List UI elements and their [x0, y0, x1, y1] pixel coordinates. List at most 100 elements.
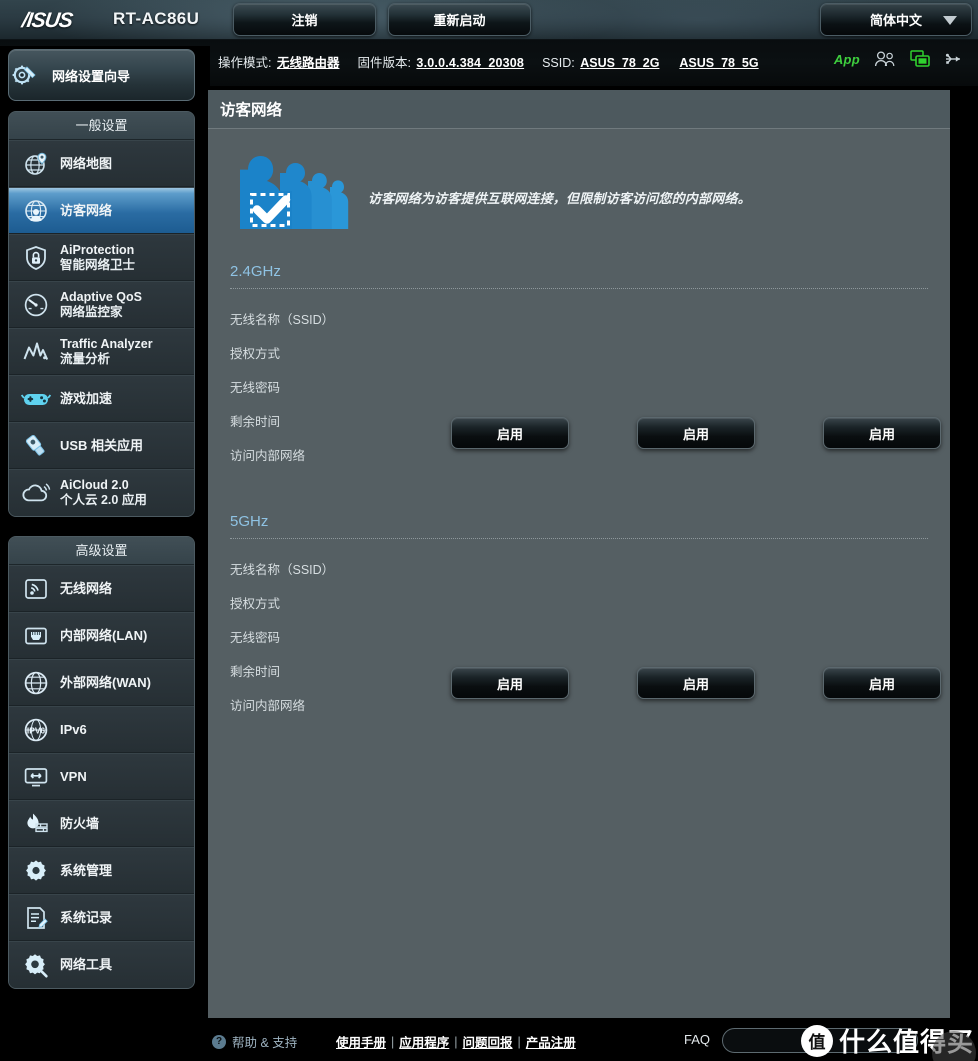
sidebar-item-firewall[interactable]: 防火墙	[9, 800, 194, 847]
guest-network-panel: 访客网络为访客提供互联网连接，但限制访客访问您的内部网络。 2.4GHz 无线名…	[208, 128, 950, 1018]
footer-link-separator: |	[454, 1034, 458, 1049]
enable-button[interactable]: 启用	[637, 417, 755, 449]
system-log-icon	[21, 903, 51, 933]
reboot-button[interactable]: 重新启动	[388, 3, 531, 36]
svg-text:IPV6: IPV6	[27, 725, 45, 735]
cloud-icon	[21, 478, 51, 508]
sidebar-item-administration[interactable]: 系统管理	[9, 847, 194, 894]
sidebar-item-label: 访客网络	[60, 202, 113, 218]
reboot-button-label: 重新启动	[433, 13, 486, 28]
footer-link-feedback[interactable]: 问题回报	[463, 1032, 513, 1051]
enable-button[interactable]: 启用	[823, 667, 941, 699]
faq-search-input[interactable]	[722, 1028, 918, 1053]
sidebar-item-label: 系统记录	[60, 909, 113, 925]
sidebar-item-guest-network[interactable]: 访客网络	[9, 187, 194, 234]
enable-button[interactable]: 启用	[637, 667, 755, 699]
field-label-ssid: 无线名称（SSID）	[230, 563, 335, 577]
vpn-monitor-icon	[21, 762, 51, 792]
wireless-icon	[21, 574, 51, 604]
wizard-gear-icon	[9, 60, 39, 90]
page-title-bar: 访客网络	[208, 90, 950, 128]
guest-network-hero: 访客网络为访客提供互联网连接，但限制访客访问您的内部网络。	[230, 129, 928, 257]
enable-button[interactable]: 启用	[451, 667, 569, 699]
enable-button-label: 启用	[868, 676, 895, 692]
asus-logo: /ISUS	[20, 9, 74, 32]
traffic-chart-icon	[21, 337, 51, 367]
sidebar-item-network-wizard[interactable]: 网络设置向导	[8, 49, 195, 101]
app-link[interactable]: App	[834, 52, 860, 67]
ssid-5g-value[interactable]: ASUS_78_5G	[679, 56, 758, 70]
sidebar-item-label: 游戏加速	[60, 390, 113, 406]
help-support-link[interactable]: ? 帮助 & 支持	[212, 1032, 297, 1051]
guest-users-check-icon	[230, 151, 360, 243]
firmware-version-value[interactable]: 3.0.0.4.384_20308	[416, 56, 524, 70]
sidebar-item-network-map[interactable]: 网络地图	[9, 140, 194, 187]
footer-link-separator: |	[391, 1034, 395, 1049]
status-info-text: 操作模式: 无线路由器 固件版本: 3.0.0.4.384_20308 SSID…	[218, 52, 761, 71]
enable-button[interactable]: 启用	[823, 417, 941, 449]
footer-links: 使用手册 | 应用程序 | 问题回报 | 产品注册	[336, 1032, 576, 1051]
sidebar-item-label: 外部网络(WAN)	[60, 674, 151, 690]
sidebar-group-general: 一般设置 网络地图 访客网络 AiProtection 智能网络卫士 Adapt…	[8, 111, 195, 517]
watermark-corner-decoration	[932, 1031, 976, 1061]
page-title: 访客网络	[220, 102, 283, 119]
sidebar-item-network-tools[interactable]: 网络工具	[9, 941, 194, 988]
footer-link-manual[interactable]: 使用手册	[336, 1032, 386, 1051]
network-clients-icon[interactable]	[910, 50, 930, 68]
enable-button[interactable]: 启用	[451, 417, 569, 449]
ipv6-globe-icon: IPV6	[21, 715, 51, 745]
enable-button-row: 启用 启用 启用	[230, 667, 941, 701]
field-label-password: 无线密码	[230, 381, 281, 395]
sidebar-item-wireless[interactable]: 无线网络	[9, 565, 194, 612]
enable-button-label: 启用	[496, 676, 523, 692]
sidebar-group-advanced-title: 高级设置	[9, 537, 194, 565]
footer-link-product-registration[interactable]: 产品注册	[526, 1032, 576, 1051]
gauge-icon	[21, 290, 51, 320]
sidebar-item-wan[interactable]: 外部网络(WAN)	[9, 659, 194, 706]
ssid-2g-value[interactable]: ASUS_78_2G	[580, 56, 659, 70]
footer: ? 帮助 & 支持 使用手册 | 应用程序 | 问题回报 | 产品注册 FAQ …	[0, 1018, 978, 1061]
question-mark-icon: ?	[212, 1034, 226, 1049]
field-label-auth-method: 授权方式	[230, 597, 281, 611]
sidebar-item-adaptive-qos[interactable]: Adaptive QoS 网络监控家	[9, 281, 194, 328]
language-selector-value: 简体中文	[869, 13, 922, 28]
sidebar-item-label: AiProtection	[60, 242, 135, 257]
sidebar-item-ipv6[interactable]: IPV6 IPv6	[9, 706, 194, 753]
firmware-version-label: 固件版本:	[357, 56, 411, 70]
sidebar-item-aiprotection[interactable]: AiProtection 智能网络卫士	[9, 234, 194, 281]
footer-link-separator: |	[517, 1034, 521, 1049]
ssid-label: SSID:	[542, 56, 575, 70]
operation-mode-label: 操作模式:	[218, 56, 272, 70]
sidebar-item-label: 网络工具	[60, 957, 113, 973]
users-icon[interactable]	[874, 51, 896, 67]
sidebar-item-system-log[interactable]: 系统记录	[9, 894, 194, 941]
sidebar-item-sublabel: 个人云 2.0 应用	[60, 493, 147, 507]
sidebar-item-usb-application[interactable]: USB 相关应用	[9, 422, 194, 469]
sidebar-group-general-title: 一般设置	[9, 112, 194, 140]
sidebar-group-advanced: 高级设置 无线网络 内部网络(LAN) 外部网络(WAN) IPV6 IPv6 …	[8, 536, 195, 989]
sidebar-item-label: VPN	[60, 768, 87, 784]
sidebar-item-aicloud[interactable]: AiCloud 2.0 个人云 2.0 应用	[9, 469, 194, 516]
sidebar-item-game-boost[interactable]: 游戏加速	[9, 375, 194, 422]
sidebar-item-vpn[interactable]: VPN	[9, 753, 194, 800]
field-label-ssid: 无线名称（SSID）	[230, 313, 335, 327]
band-title: 5GHz	[230, 513, 269, 530]
sidebar: 网络设置向导 一般设置 网络地图 访客网络 AiProtection 智能网络卫…	[0, 46, 210, 1061]
main-content: 访客网络 访客网络为访客提供互联网连接，但限制访客访问您的内部网络。 2.4GH…	[208, 90, 950, 1018]
sidebar-item-traffic-analyzer[interactable]: Traffic Analyzer 流量分析	[9, 328, 194, 375]
shield-lock-icon	[21, 243, 51, 273]
footer-link-utility[interactable]: 应用程序	[399, 1032, 449, 1051]
guest-network-icon	[21, 196, 51, 226]
band-title: 2.4GHz	[230, 263, 281, 280]
sidebar-item-label: 无线网络	[60, 580, 113, 596]
sidebar-item-sublabel: 流量分析	[60, 351, 111, 366]
language-selector[interactable]: 简体中文	[820, 3, 972, 36]
sidebar-item-lan[interactable]: 内部网络(LAN)	[9, 612, 194, 659]
operation-mode-value[interactable]: 无线路由器	[277, 56, 340, 70]
router-admin-page: /ISUS RT-AC86U 注销 重新启动 简体中文 操作模式: 无线路由器 …	[0, 0, 978, 1061]
field-label-password: 无线密码	[230, 631, 281, 645]
sidebar-item-label: IPv6	[60, 721, 87, 737]
logout-button[interactable]: 注销	[233, 3, 376, 36]
header-icon-group: App	[834, 50, 964, 68]
usb-icon[interactable]	[944, 51, 964, 67]
